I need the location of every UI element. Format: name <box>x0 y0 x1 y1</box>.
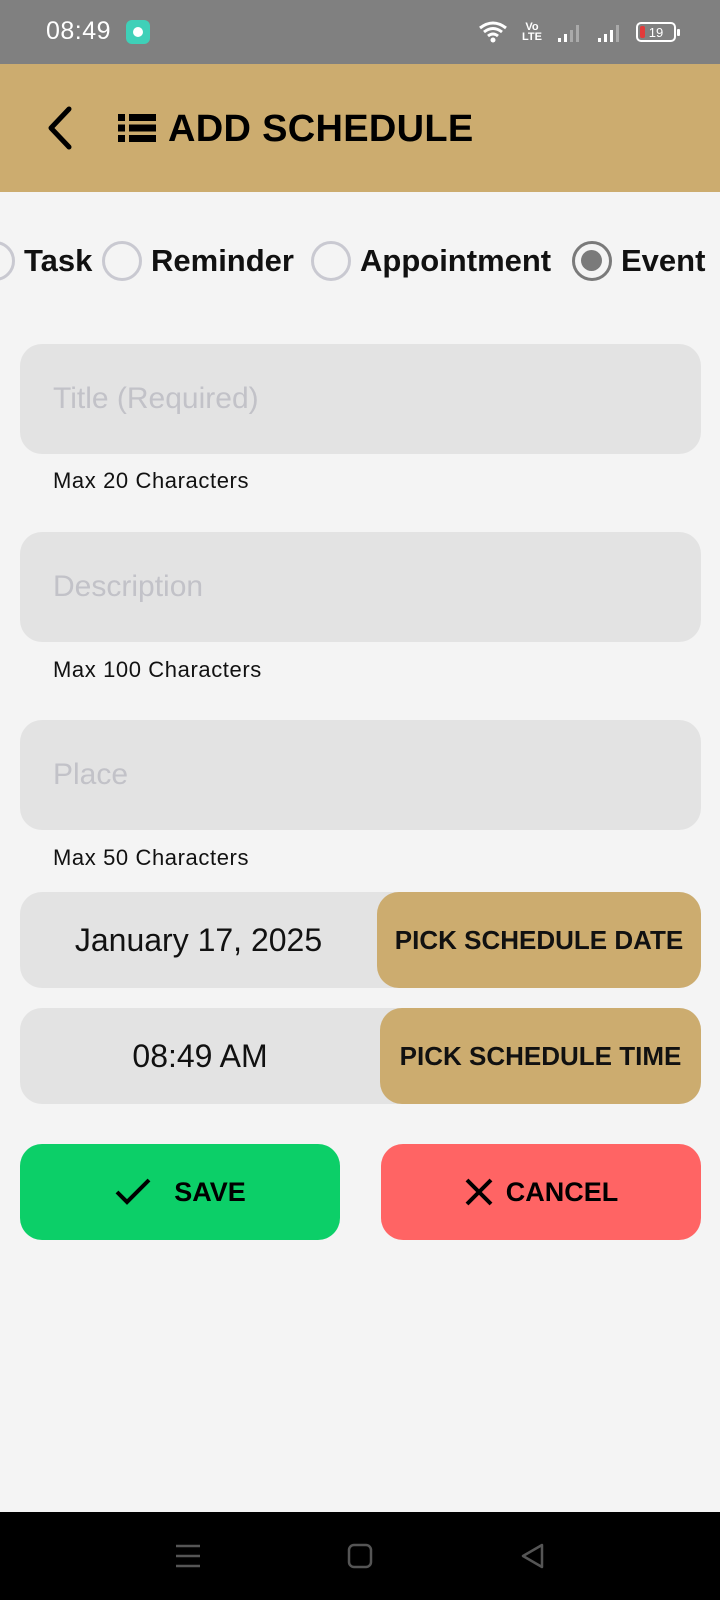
volte-icon: Vo LTE <box>522 21 542 43</box>
radio-option-reminder[interactable]: Reminder <box>102 232 294 290</box>
save-button[interactable]: SAVE <box>20 1144 340 1240</box>
radio-task-circle <box>0 241 15 281</box>
back-button[interactable] <box>30 94 90 162</box>
schedule-type-radio-group: Task Reminder Appointment Event <box>0 232 720 290</box>
save-label: SAVE <box>174 1176 246 1207</box>
menu-icon <box>176 1544 200 1568</box>
radio-event-label: Event <box>621 243 706 278</box>
status-time: 08:49 <box>46 17 112 45</box>
chevron-left-icon <box>48 106 72 150</box>
close-icon <box>465 1178 493 1206</box>
signal-2-icon <box>598 25 619 42</box>
home-square-icon <box>347 1543 373 1569</box>
nav-back-button[interactable] <box>510 1534 554 1578</box>
time-picker-row: 08:49 AM PICK SCHEDULE TIME <box>20 1008 701 1104</box>
system-nav-bar <box>0 1512 720 1600</box>
selected-time: 08:49 AM <box>132 1037 268 1074</box>
title-input[interactable] <box>20 344 701 454</box>
cancel-label: CANCEL <box>505 1176 619 1207</box>
list-icon <box>118 114 156 142</box>
back-triangle-icon <box>521 1543 544 1569</box>
description-input[interactable] <box>20 532 701 642</box>
pick-date-button[interactable]: PICK SCHEDULE DATE <box>377 892 701 988</box>
radio-option-task[interactable]: Task <box>0 232 92 290</box>
status-indicators: Vo LTE 19 <box>478 18 680 46</box>
pick-time-button[interactable]: PICK SCHEDULE TIME <box>380 1008 701 1104</box>
radio-task-label: Task <box>24 243 93 278</box>
radio-reminder-label: Reminder <box>151 243 294 278</box>
app-bar: ADD SCHEDULE <box>0 64 720 192</box>
notification-app-icon <box>126 20 150 44</box>
radio-event-circle <box>572 241 612 281</box>
cancel-button[interactable]: CANCEL <box>381 1144 701 1240</box>
wifi-icon <box>479 21 507 43</box>
radio-appointment-label: Appointment <box>360 243 552 278</box>
radio-appointment-circle <box>311 241 351 281</box>
radio-option-event[interactable]: Event <box>572 232 705 290</box>
radio-reminder-circle <box>102 241 142 281</box>
place-hint: Max 50 Characters <box>53 845 250 870</box>
title-hint: Max 20 Characters <box>53 468 250 493</box>
page-title: ADD SCHEDULE <box>168 108 474 150</box>
date-picker-row: January 17, 2025 PICK SCHEDULE DATE <box>20 892 701 988</box>
battery-icon: 19 <box>636 22 680 42</box>
description-hint: Max 100 Characters <box>53 657 262 682</box>
nav-home-button[interactable] <box>338 1534 382 1578</box>
place-input[interactable] <box>20 720 701 830</box>
radio-option-appointment[interactable]: Appointment <box>311 232 551 290</box>
status-bar: 08:49 Vo LTE 19 <box>0 0 720 64</box>
signal-1-icon <box>558 25 579 42</box>
nav-menu-button[interactable] <box>166 1534 210 1578</box>
selected-date: January 17, 2025 <box>74 921 323 958</box>
check-icon <box>115 1178 151 1205</box>
